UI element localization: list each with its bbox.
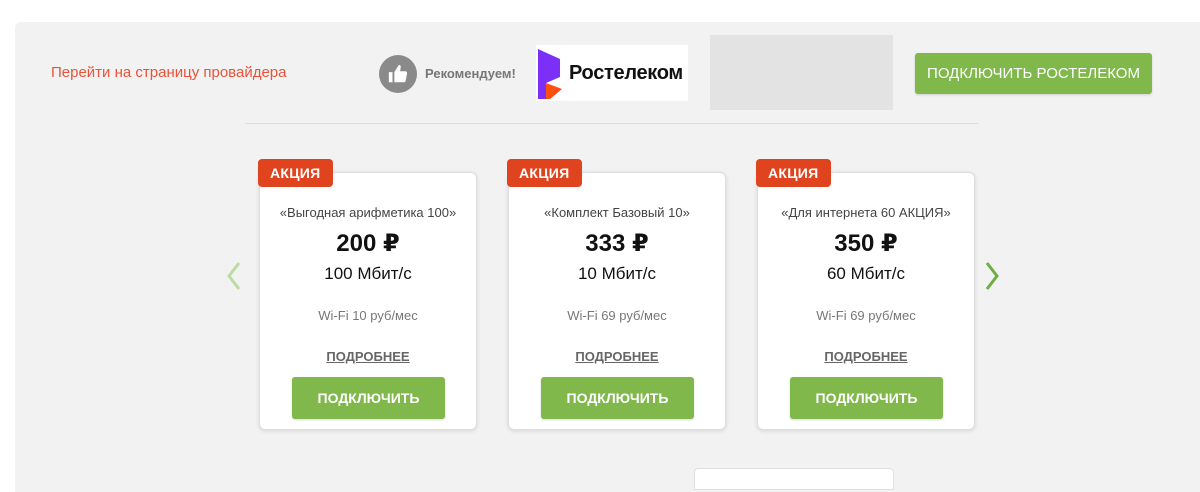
chevron-right-icon[interactable] — [980, 260, 1004, 292]
tariff-speed: 100 Мбит/с — [324, 264, 412, 283]
recommend-label: Рекомендуем! — [425, 66, 516, 81]
tariff-speed: 60 Мбит/с — [826, 264, 906, 283]
promo-badge: АКЦИЯ — [258, 159, 333, 187]
tariff-name: «Для интернета 60 АКЦИЯ» — [781, 205, 951, 220]
placeholder-block — [710, 35, 893, 110]
details-link[interactable]: подробнее — [260, 349, 476, 364]
connect-button[interactable]: подключить — [790, 377, 943, 419]
details-link[interactable]: подробнее — [758, 349, 974, 364]
bottom-panel-edge — [694, 468, 894, 490]
wifi-price: Wi-Fi 69 руб/мес — [816, 308, 916, 323]
connect-button[interactable]: подключить — [292, 377, 445, 419]
connect-button[interactable]: подключить — [541, 377, 694, 419]
divider — [245, 123, 978, 124]
tariff-card: АКЦИЯ «Выгодная арифметика 100» 200 ₽ 10… — [258, 159, 477, 430]
chevron-left-icon[interactable] — [222, 260, 246, 292]
provider-page-link[interactable]: Перейти на страницу провайдера — [51, 64, 286, 81]
tariff-speed: 10 Мбит/с — [577, 264, 657, 283]
tariff-price: 333 ₽ — [585, 230, 649, 257]
tariff-card: АКЦИЯ «Комплект Базовый 10» 333 ₽ 10 Мби… — [507, 159, 726, 430]
tariff-card: АКЦИЯ «Для интернета 60 АКЦИЯ» 350 ₽ 60 … — [756, 159, 975, 430]
promo-badge: АКЦИЯ — [507, 159, 582, 187]
wifi-price: Wi-Fi 69 руб/мес — [567, 308, 667, 323]
logo-mark-icon — [538, 49, 562, 99]
tariff-price: 350 ₽ — [834, 230, 898, 257]
thumbs-up-icon — [379, 55, 417, 93]
tariff-name: «Выгодная арифметика 100» — [279, 205, 457, 220]
connect-rostelecom-button[interactable]: Подключить Ростелеком — [915, 53, 1152, 94]
promo-badge: АКЦИЯ — [756, 159, 831, 187]
details-link[interactable]: подробнее — [509, 349, 725, 364]
wifi-price: Wi-Fi 10 руб/мес — [318, 308, 418, 323]
tariff-name: «Комплект Базовый 10» — [544, 205, 690, 220]
rostelecom-logo: Ростелеком — [536, 45, 688, 101]
logo-text: Ростелеком — [569, 61, 683, 84]
tariff-price: 200 ₽ — [336, 230, 400, 257]
